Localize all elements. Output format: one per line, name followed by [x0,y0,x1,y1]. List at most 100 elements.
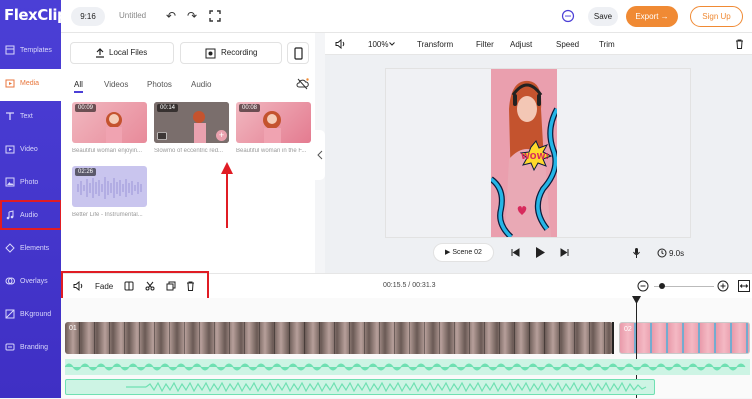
save-button[interactable]: Save [588,7,618,26]
preview-canvas[interactable]: WOW! [491,69,557,237]
cloud-off-icon[interactable] [296,78,309,90]
sidebar-item-templates[interactable]: Templates [0,36,61,68]
recording-label: Recording [221,48,258,57]
scene-selector[interactable]: ▶ Scene 02 [433,243,494,262]
video-type-icon [157,132,167,140]
sidebar-item-label: Elements [20,245,50,252]
playhead-handle[interactable] [632,296,641,304]
trash-icon[interactable] [735,39,744,49]
top-bar: 9:16 Untitled ↶ ↷ Save Export → Sign Up [61,0,752,33]
undo-icon[interactable]: ↶ [164,9,178,23]
clip-divider [612,322,614,354]
sidebar-item-label: Branding [20,344,49,351]
redo-icon[interactable]: ↷ [185,9,199,23]
project-title[interactable]: Untitled [119,11,146,20]
annotation-arrow-icon [221,162,233,228]
video-icon [5,145,15,154]
timeline: 01 02 [61,296,752,398]
speed-button[interactable]: Speed [556,40,579,49]
sidebar-item-label: Video [20,146,38,153]
record-icon [205,48,216,59]
woman-preview-image: WOW! [491,69,557,237]
export-button[interactable]: Export → [626,6,678,27]
duration-badge: 02:26 [75,168,97,176]
photo-icon [5,177,15,187]
sidebar-item-label: Overlays [20,278,48,285]
transform-button[interactable]: Transform [417,40,453,49]
chevron-down-icon [389,42,395,46]
overlays-icon [5,277,15,285]
aspect-ratio-button[interactable]: 9:16 [71,7,105,26]
scene-label: Scene 02 [452,249,482,256]
phone-upload-button[interactable] [287,42,309,64]
text-icon [6,112,14,120]
sidebar-item-media[interactable]: Media [0,69,61,101]
play-icon[interactable] [534,246,546,259]
chat-icon[interactable] [561,9,575,23]
tab-all[interactable]: All [74,80,83,93]
tab-photos[interactable]: Photos [147,80,172,89]
fit-timeline-icon[interactable] [738,280,750,292]
audio-track[interactable] [65,379,655,395]
sign-up-button[interactable]: Sign Up [690,6,743,27]
media-item[interactable]: 00:14 + [154,102,229,143]
media-caption: Slowmo of eccentric red... [154,148,224,154]
media-caption: Beautiful woman enjoyin... [72,148,143,154]
sidebar-item-label: Photo [20,179,39,186]
local-files-button[interactable]: Local Files [70,42,174,64]
video-clip[interactable]: 01 [65,322,613,354]
sidebar-item-elements[interactable]: Elements [0,234,61,266]
add-to-timeline-icon[interactable]: + [216,130,227,141]
fullscreen-icon[interactable] [208,9,222,23]
media-item[interactable]: 02:26 [72,166,147,207]
zoom-dropdown[interactable]: 100% [368,40,388,49]
filter-button[interactable]: Filter [476,40,494,49]
sidebar-item-label: BKground [20,311,52,318]
sidebar-item-photo[interactable]: Photo [0,168,61,200]
video-clip[interactable]: 02 [619,322,750,354]
toolbar-highlight-box [61,271,209,301]
tab-videos[interactable]: Videos [104,80,128,89]
elements-icon [5,243,15,253]
audio-highlight-box [0,200,62,230]
trim-button[interactable]: Trim [599,40,615,49]
phone-icon [294,47,303,60]
media-panel: Local Files Recording All Videos Photos … [61,33,315,273]
timecode: 00:15.5 / 00:31.3 [383,282,436,289]
sidebar: FlexClip Templates Media Text Video Phot… [0,0,68,398]
sidebar-item-text[interactable]: Text [0,102,61,134]
sidebar-item-label: Media [20,80,40,87]
sidebar-item-video[interactable]: Video [0,135,61,167]
sidebar-item-branding[interactable]: Branding [0,333,61,365]
next-icon[interactable] [560,248,569,257]
clip-frames [620,323,749,353]
zoom-out-icon[interactable] [637,280,649,292]
microphone-icon[interactable] [632,247,641,259]
tab-audio[interactable]: Audio [191,80,211,89]
app-logo: FlexClip [4,6,68,24]
sidebar-item-background[interactable]: BKground [0,300,61,332]
duration-badge: 00:09 [75,104,97,112]
sidebar-item-overlays[interactable]: Overlays [0,267,61,299]
zoom-slider-handle[interactable] [659,283,665,289]
previous-icon[interactable] [511,248,520,257]
wow-sticker-text: WOW! [521,152,549,161]
media-item[interactable]: 00:09 [72,102,147,143]
recording-button[interactable]: Recording [180,42,282,64]
preview-toolbar: 100% Transform Filter Adjust Speed Trim [325,33,752,55]
adjust-button[interactable]: Adjust [510,40,532,49]
zoom-in-icon[interactable] [717,280,729,292]
audio-waveform [64,363,746,371]
branding-icon [5,343,15,351]
volume-icon[interactable] [335,39,346,49]
upload-icon [96,48,104,58]
local-files-label: Local Files [109,48,148,57]
scene-duration: 9.0s [669,249,685,258]
sidebar-item-label: Text [20,113,33,120]
audio-track[interactable] [64,359,750,375]
collapse-panel-button[interactable] [315,130,325,180]
clip-number: 02 [624,326,632,333]
duration-badge: 00:14 [157,104,179,112]
media-item[interactable]: 00:08 [236,102,311,143]
sidebar-item-label: Templates [20,47,52,54]
